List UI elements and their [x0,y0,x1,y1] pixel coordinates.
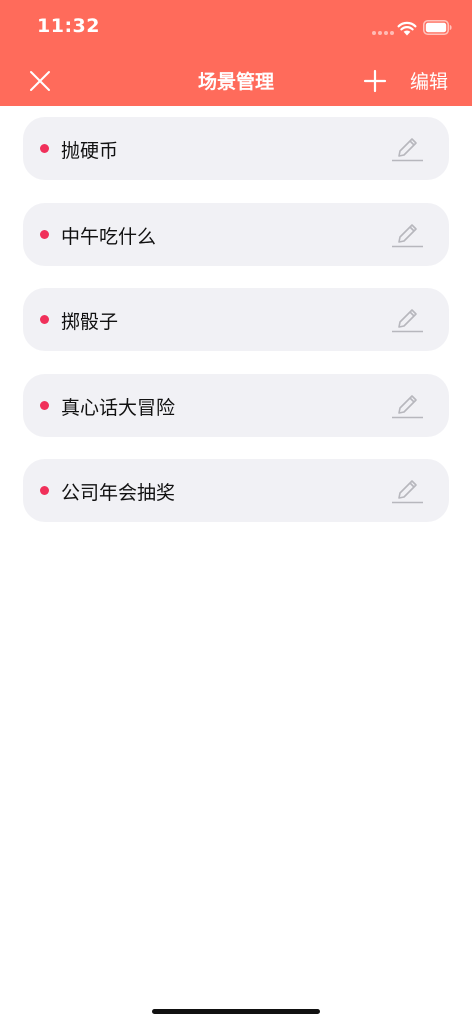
pencil-icon[interactable] [391,387,425,419]
list-item[interactable]: 抛硬币 [23,117,449,180]
bullet-dot [40,401,49,410]
page-title: 场景管理 [197,71,274,93]
list-item[interactable]: 公司年会抽奖 [23,459,449,522]
scene-name: 中午吃什么 [61,226,157,248]
battery-icon [423,20,452,35]
pencil-icon[interactable] [391,216,425,248]
list-item[interactable]: 真心话大冒险 [23,374,449,437]
bullet-dot [40,486,49,495]
close-icon[interactable] [27,68,53,94]
list-item[interactable]: 中午吃什么 [23,203,449,266]
pencil-icon[interactable] [391,130,425,162]
nav-bar: 场景管理 编辑 [0,56,472,106]
status-bar: 11:32 [0,0,472,56]
pencil-icon[interactable] [391,472,425,504]
bullet-dot [40,144,49,153]
scene-name: 公司年会抽奖 [61,482,176,504]
scene-management-screen: 11:32 场景管理 编辑 抛硬币 中午吃什么 掷骰子 真心话大冒险 公司年会抽… [0,0,472,1024]
home-indicator[interactable] [152,1009,320,1014]
wifi-icon [397,21,417,36]
scene-name: 掷骰子 [61,311,119,333]
plus-icon[interactable] [362,68,388,94]
header: 11:32 场景管理 编辑 [0,0,472,106]
bullet-dot [40,230,49,239]
list-item[interactable]: 掷骰子 [23,288,449,351]
status-time: 11:32 [37,15,100,37]
edit-button[interactable]: 编辑 [404,67,454,94]
bullet-dot [40,315,49,324]
scene-name: 真心话大冒险 [61,397,176,419]
pencil-icon[interactable] [391,301,425,333]
cellular-icon [372,31,394,35]
scene-name: 抛硬币 [61,140,119,162]
